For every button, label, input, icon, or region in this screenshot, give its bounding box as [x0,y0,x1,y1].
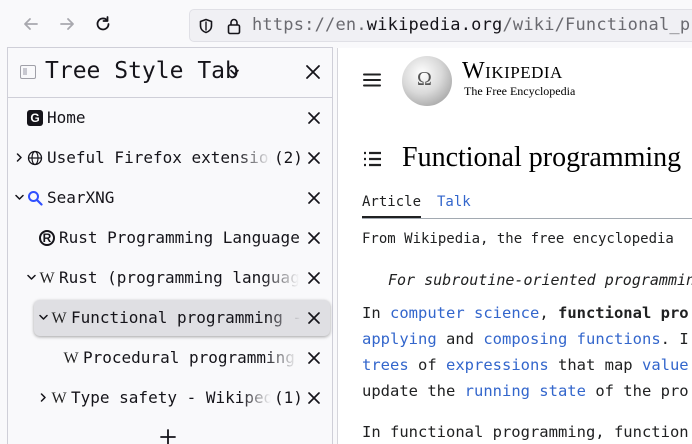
table-of-contents-icon[interactable] [363,151,382,167]
page-content: Wikipedia The Free Encyclopedia Function… [338,48,692,444]
chevron-down-icon[interactable] [27,273,36,282]
wikipedia-favicon-icon: W [63,350,79,366]
page-title: Functional programming [402,142,682,173]
close-tab-icon[interactable] [307,151,321,165]
tab-rust-wikipedia[interactable]: W Rust (programming language) [12,260,328,296]
close-tab-icon[interactable] [307,231,321,245]
sidebar-icon [20,65,36,79]
tab-label: SearXNG [47,188,115,207]
close-tab-icon[interactable] [307,391,321,405]
tab-searxng[interactable]: SearXNG [12,180,328,216]
text [567,330,576,348]
tab-procedural-programming[interactable]: W Procedural programming [12,340,328,376]
wikipedia-favicon-icon: W [51,310,67,326]
link-running-state[interactable]: running state [465,382,586,400]
rust-logo-icon: R [39,230,55,246]
tab-article[interactable]: Article [362,194,422,218]
link-trees[interactable]: trees [362,356,409,374]
link-values[interactable]: value [642,356,689,374]
link-applying[interactable]: applying [362,330,437,348]
tab-label: Functional programming - Wikipedia [71,308,301,327]
chevron-right-icon[interactable] [15,153,24,162]
globe-icon [27,150,43,166]
tab-label: Useful Firefox extensions [47,148,271,167]
text: that map [548,356,642,374]
tab-label: Type safety - Wikipedia [71,388,271,407]
wikipedia-favicon-icon: W [51,390,67,406]
new-tab-plus-icon[interactable] [160,429,176,444]
url-path: /wiki/Functional_pro [502,15,692,35]
url-prefix: https://en. [252,15,367,35]
search-icon [28,191,43,206]
close-tab-icon[interactable] [307,271,321,285]
reload-button[interactable] [91,12,115,36]
google-favicon-icon: G [27,110,43,126]
from-wikipedia-note: From Wikipedia, the free encyclopedia [362,231,674,247]
forward-button[interactable] [55,12,79,36]
second-paragraph: In functional programming, function [362,423,689,441]
text: and [436,330,484,348]
chevron-down-icon[interactable] [39,313,48,322]
main-menu-icon[interactable] [363,73,381,87]
link-expressions[interactable]: expressions [446,356,549,374]
tab-label: Procedural programming [83,348,295,367]
url-bar[interactable]: https://en.wikipedia.org/wiki/Functional… [189,9,692,42]
close-tab-icon[interactable] [307,111,321,125]
sidebar-header: Tree Style Tab [8,48,332,98]
text: . I [660,330,689,348]
text: , [539,304,558,322]
chevron-right-icon[interactable] [39,393,48,402]
browser-toolbar: https://en.wikipedia.org/wiki/Functional… [0,0,692,48]
hatnote: For subroutine-oriented programming [388,271,692,289]
close-tab-icon[interactable] [307,311,321,325]
url-text[interactable]: https://en.wikipedia.org/wiki/Functional… [252,15,692,35]
back-button[interactable] [19,12,43,36]
shield-icon[interactable] [198,18,214,34]
link-composing[interactable]: composing [483,330,567,348]
svg-text:W: W [39,270,55,286]
tabs-divider [362,218,692,219]
wikipedia-wordmark[interactable]: Wikipedia [462,58,563,85]
tab-functional-programming[interactable]: W Functional programming - Wikipedia [34,300,330,336]
arrow-right-icon [60,18,74,30]
text: update the [362,382,465,400]
text: In [362,304,390,322]
svg-text:W: W [51,310,67,326]
tab-home[interactable]: G Home [12,100,328,136]
wikipedia-tagline: The Free Encyclopedia [464,84,576,98]
descendant-count: (1) [274,388,303,407]
intro-paragraph: In computer science, functional pro appl… [362,300,692,404]
tab-label: Rust (programming language) [59,268,299,287]
text: of the pro [585,382,689,400]
close-tab-icon[interactable] [307,351,321,365]
tab-label: Home [47,108,86,127]
tab-label: Rust Programming Language [59,228,300,247]
chevron-down-icon[interactable] [230,68,239,77]
svg-text:W: W [63,350,79,366]
descendant-count: (2) [274,148,303,167]
wikipedia-favicon-icon: W [39,270,55,286]
tab-rust-programming-language[interactable]: R Rust Programming Language [12,220,328,256]
reload-icon [96,16,110,31]
sidebar-title[interactable]: Tree Style Tab [45,58,239,84]
close-tab-icon[interactable] [307,191,321,205]
bold-term: functional pro [557,304,689,322]
close-sidebar-icon[interactable] [304,63,322,81]
wikipedia-globe-logo[interactable] [402,56,452,106]
svg-text:W: W [51,390,67,406]
lock-icon[interactable] [226,17,242,35]
tab-talk[interactable]: Talk [437,194,471,210]
url-domain: wikipedia.org [366,15,503,35]
tab-type-safety[interactable]: W Type safety - Wikipedia (1) [12,380,328,416]
link-computer-science[interactable]: computer science [390,304,539,322]
tree-style-tab-sidebar: Tree Style Tab G Home Useful Firefox ext… [7,47,333,444]
arrow-left-icon [24,18,38,30]
text: of [408,356,446,374]
tab-useful-firefox-extensions[interactable]: Useful Firefox extensions (2) [12,140,328,176]
link-functions[interactable]: functions [577,330,661,348]
chevron-down-icon[interactable] [15,193,24,202]
